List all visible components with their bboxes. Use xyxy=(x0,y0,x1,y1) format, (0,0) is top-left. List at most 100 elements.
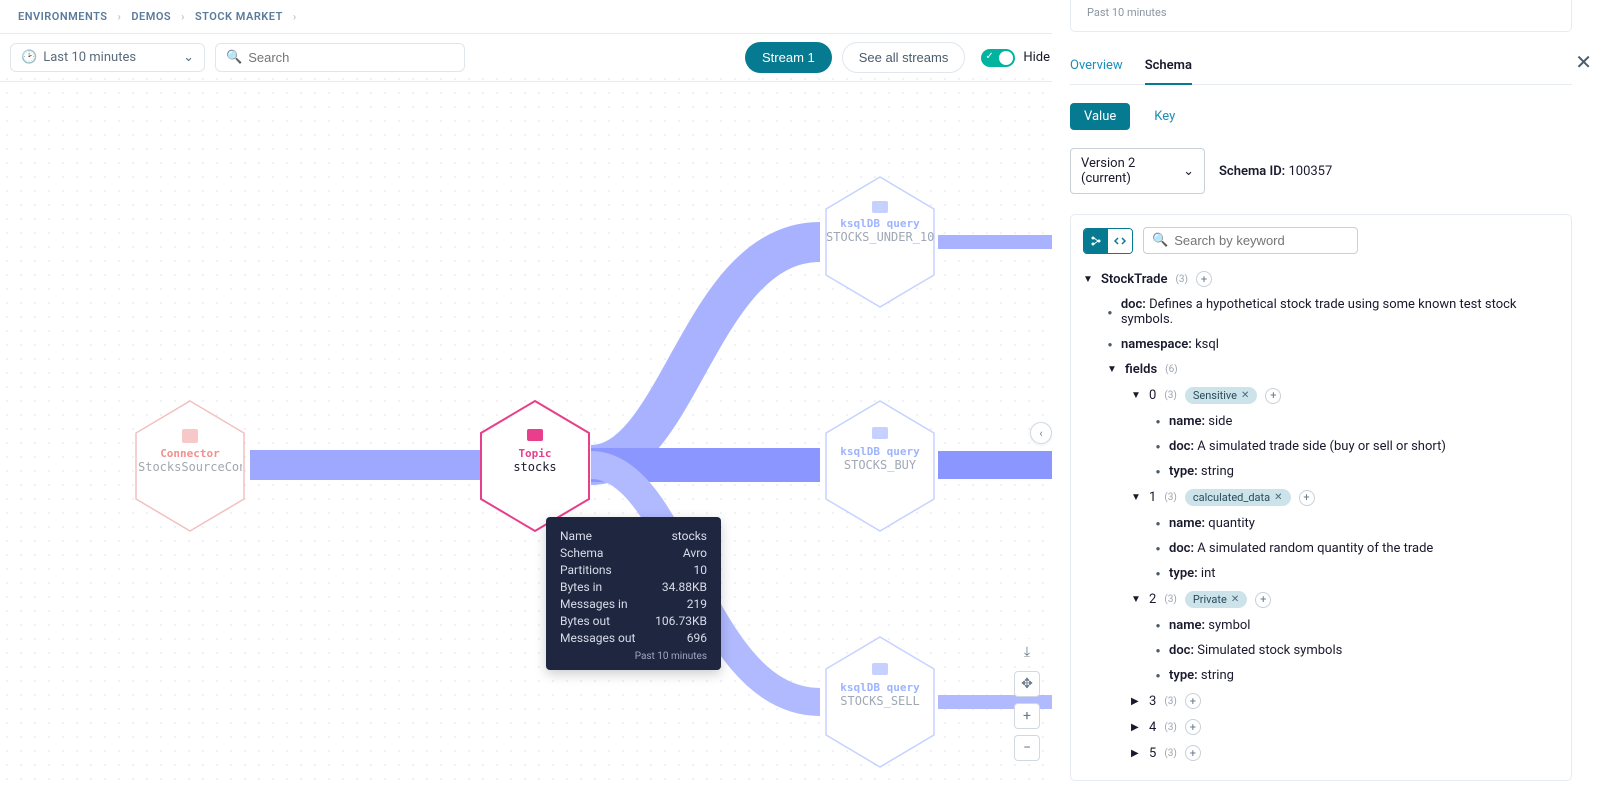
chevron-right-icon: › xyxy=(293,10,297,23)
field-count: (3) xyxy=(1164,722,1177,733)
node-type: ksqlDB query xyxy=(828,681,932,694)
zoom-out-button[interactable]: − xyxy=(1014,735,1040,761)
details-panel: Past 10 minutes ✕ Overview Schema Value … xyxy=(1052,0,1600,785)
node-name: stocks xyxy=(483,460,587,474)
field-count: (3) xyxy=(1164,748,1177,759)
caret-icon[interactable]: ▶ xyxy=(1131,696,1141,707)
tab-schema[interactable]: Schema xyxy=(1145,52,1192,85)
field-prop: name: symbol xyxy=(1169,618,1250,633)
node-type: ksqlDB query xyxy=(826,217,934,230)
add-button[interactable]: + xyxy=(1185,693,1201,709)
fields-label: fields xyxy=(1125,362,1157,377)
breadcrumb-item[interactable]: ENVIRONMENTS xyxy=(18,10,108,23)
keyword-input[interactable] xyxy=(1174,233,1349,248)
node-topic[interactable]: Topic stocks xyxy=(475,397,595,535)
caret-icon[interactable]: ▼ xyxy=(1131,390,1141,401)
node-type: Connector xyxy=(138,447,242,460)
panel-tabs: Overview Schema xyxy=(1070,52,1572,85)
code-view-button[interactable] xyxy=(1108,229,1132,253)
field-index: 2 xyxy=(1149,592,1156,607)
node-query-stocks-under-100[interactable]: ksqlDB query STOCKS_UNDER_100 xyxy=(820,173,940,311)
schema-id: Schema ID: 100357 xyxy=(1219,164,1332,179)
tooltip-row: Partitions10 xyxy=(560,563,707,577)
view-toggle xyxy=(1083,228,1133,254)
tag-chip[interactable]: Sensitive ✕ xyxy=(1185,387,1258,404)
stream-button[interactable]: Stream 1 xyxy=(745,42,832,73)
see-all-streams-button[interactable]: See all streams xyxy=(842,42,966,73)
caret-icon[interactable]: ▶ xyxy=(1131,722,1141,733)
stream-canvas[interactable]: Connector StocksSourceConnector Topic st… xyxy=(0,72,1052,785)
field-prop: type: string xyxy=(1169,668,1234,683)
close-icon[interactable]: ✕ xyxy=(1575,50,1592,74)
remove-tag-icon[interactable]: ✕ xyxy=(1274,492,1282,503)
add-button[interactable]: + xyxy=(1196,271,1212,287)
field-prop: doc: A simulated trade side (buy or sell… xyxy=(1169,439,1446,454)
field-count: (3) xyxy=(1164,696,1177,707)
tag-chip[interactable]: calculated_data ✕ xyxy=(1185,489,1291,506)
node-connector[interactable]: Connector StocksSourceConnector xyxy=(130,397,250,535)
schema-box: 🔍 ▼ StockTrade (3) + ●doc: Defines a hyp… xyxy=(1070,214,1572,781)
caret-icon[interactable]: ▼ xyxy=(1131,594,1141,605)
panel-time-note: Past 10 minutes xyxy=(1070,0,1572,32)
node-query-stocks-buy[interactable]: ksqlDB query STOCKS_BUY xyxy=(820,397,940,535)
schema-subtabs: Value Key xyxy=(1070,103,1572,130)
version-label: Version 2 (current) xyxy=(1081,156,1175,186)
caret-down-icon[interactable]: ▼ xyxy=(1083,274,1093,285)
add-button[interactable]: + xyxy=(1255,592,1271,608)
tooltip-row: SchemaAvro xyxy=(560,546,707,560)
tooltip-row: Bytes out106.73KB xyxy=(560,614,707,628)
tooltip-row: Messages out696 xyxy=(560,631,707,645)
node-query-stocks-sell[interactable]: ksqlDB query STOCKS_SELL xyxy=(820,633,940,771)
version-select[interactable]: Version 2 (current) ⌄ xyxy=(1070,148,1205,194)
tag-chip[interactable]: Private ✕ xyxy=(1185,591,1247,608)
node-type: ksqlDB query xyxy=(828,445,932,458)
search-icon: 🔍 xyxy=(226,50,242,65)
search-field[interactable]: 🔍 xyxy=(215,43,465,72)
collapse-panel-button[interactable]: ‹ xyxy=(1030,422,1052,444)
breadcrumb-item[interactable]: STOCK MARKET xyxy=(195,10,283,23)
tab-overview[interactable]: Overview xyxy=(1070,52,1123,84)
field-prop: name: quantity xyxy=(1169,516,1255,531)
subtab-value[interactable]: Value xyxy=(1070,103,1130,130)
chevron-right-icon: › xyxy=(118,10,122,23)
recenter-button[interactable]: ⤓ xyxy=(1014,639,1040,665)
caret-icon[interactable]: ▶ xyxy=(1131,748,1141,759)
chevron-down-icon: ⌄ xyxy=(1183,164,1194,179)
breadcrumb-item[interactable]: DEMOS xyxy=(131,10,171,23)
caret-icon[interactable]: ▼ xyxy=(1131,492,1141,503)
node-name: STOCKS_SELL xyxy=(828,694,932,708)
add-button[interactable]: + xyxy=(1185,719,1201,735)
node-name: STOCKS_UNDER_100 xyxy=(826,230,934,244)
tree-root-count: (3) xyxy=(1175,274,1188,285)
remove-tag-icon[interactable]: ✕ xyxy=(1241,390,1249,401)
add-button[interactable]: + xyxy=(1185,745,1201,761)
remove-tag-icon[interactable]: ✕ xyxy=(1231,594,1239,605)
hide-internal-toggle[interactable]: ✓ xyxy=(981,49,1015,67)
search-input[interactable] xyxy=(248,50,454,65)
caret-down-icon[interactable]: ▼ xyxy=(1107,364,1117,375)
keyword-search[interactable]: 🔍 xyxy=(1143,227,1358,254)
field-count: (3) xyxy=(1164,390,1177,401)
chevron-right-icon: › xyxy=(181,10,185,23)
time-range-picker[interactable]: 🕑 Last 10 minutes ⌄ xyxy=(10,43,205,72)
subtab-key[interactable]: Key xyxy=(1140,103,1189,130)
field-prop: type: string xyxy=(1169,464,1234,479)
add-button[interactable]: + xyxy=(1299,490,1315,506)
field-index: 0 xyxy=(1149,388,1156,403)
tooltip-row: Bytes in34.88KB xyxy=(560,580,707,594)
field-count: (3) xyxy=(1164,594,1177,605)
chevron-down-icon: ⌄ xyxy=(183,50,194,65)
tree-view-button[interactable] xyxy=(1084,229,1108,253)
check-icon: ✓ xyxy=(985,51,993,62)
time-range-label: Last 10 minutes xyxy=(43,50,136,65)
clock-icon: 🕑 xyxy=(21,50,37,65)
tooltip-row: Namestocks xyxy=(560,529,707,543)
search-icon: 🔍 xyxy=(1152,233,1168,248)
tooltip-footer: Past 10 minutes xyxy=(560,651,707,662)
zoom-in-button[interactable]: + xyxy=(1014,703,1040,729)
fit-button[interactable]: ✥ xyxy=(1014,671,1040,697)
node-type: Topic xyxy=(483,447,587,460)
schema-tree: ▼ StockTrade (3) + ●doc: Defines a hypot… xyxy=(1083,268,1559,764)
field-index: 3 xyxy=(1149,694,1156,709)
add-button[interactable]: + xyxy=(1265,388,1281,404)
